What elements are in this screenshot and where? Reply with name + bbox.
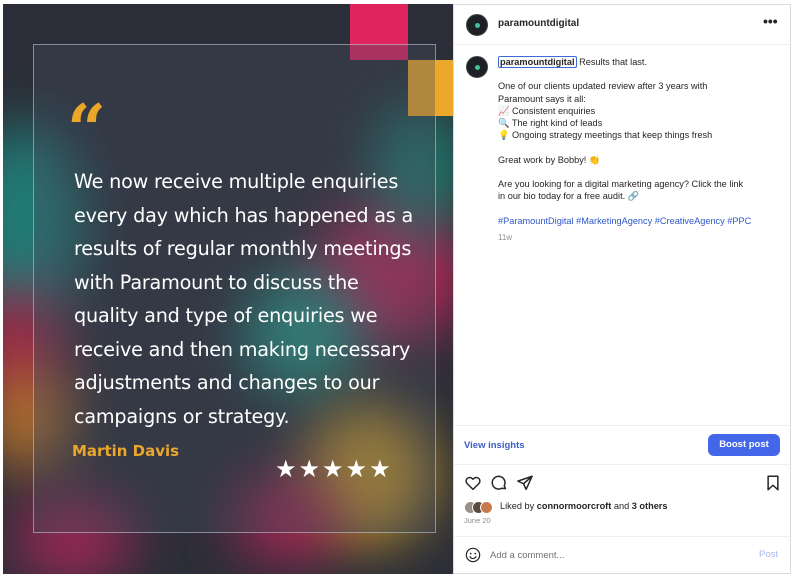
post-details-panel: paramountdigital ••• paramountdigital Re…: [453, 4, 791, 574]
testimonial-author: Martin Davis: [72, 442, 180, 460]
caption-line: Paramount says it all:: [498, 93, 586, 104]
post-actions: [454, 470, 790, 496]
more-options-icon[interactable]: •••: [763, 13, 778, 29]
post-caption: paramountdigital Results that last. One …: [498, 56, 782, 227]
caption-hashtags[interactable]: #ParamountDigital #MarketingAgency #Crea…: [498, 215, 782, 227]
liked-by-text: Liked by connormoorcroft and 3 others: [500, 501, 668, 511]
others-link[interactable]: 3 others: [632, 501, 668, 511]
comment-bar: Post: [454, 536, 790, 573]
heart-icon[interactable]: [464, 474, 482, 492]
emoji-icon[interactable]: [465, 547, 481, 563]
caption-bullet: 💡 Ongoing strategy meetings that keep th…: [498, 130, 713, 141]
post-author-username[interactable]: paramountdigital: [498, 18, 579, 29]
caption-username[interactable]: paramountdigital: [498, 56, 577, 68]
insights-bar: View insights Boost post: [454, 425, 790, 465]
post-image[interactable]: “ We now receive multiple enquiries ever…: [3, 4, 453, 574]
instagram-post-window: “ We now receive multiple enquiries ever…: [0, 0, 795, 578]
post-header: paramountdigital •••: [454, 5, 790, 45]
liker-username[interactable]: connormoorcroft: [537, 501, 612, 511]
avatar[interactable]: [466, 14, 488, 36]
caption-bullet: 📈 Consistent enquiries: [498, 105, 596, 116]
liked-by-and: and: [611, 501, 632, 511]
caption-cta: Are you looking for a digital marketing …: [498, 178, 744, 189]
caption-thanks: Great work by Bobby! 👏: [498, 154, 601, 165]
bookmark-icon[interactable]: [764, 474, 782, 492]
comment-icon[interactable]: [490, 474, 508, 492]
comment-input[interactable]: [490, 547, 740, 563]
caption-timestamp[interactable]: 11w: [498, 233, 512, 242]
caption-headline: Results that last.: [579, 57, 648, 67]
caption-first-line: paramountdigital Results that last.: [498, 56, 782, 68]
quote-mark-icon: “: [67, 90, 107, 170]
liker-avatar[interactable]: [480, 501, 493, 514]
caption-bullet: 🔍 The right kind of leads: [498, 118, 603, 128]
share-icon[interactable]: [516, 474, 534, 492]
post-comment-button[interactable]: Post: [759, 549, 778, 560]
star-rating: ★★★★★: [275, 455, 393, 483]
post-date[interactable]: June 20: [464, 516, 491, 525]
boost-post-button[interactable]: Boost post: [708, 434, 780, 456]
liked-by-prefix: Liked by: [500, 501, 537, 511]
caption-line: One of our clients updated review after …: [498, 81, 708, 92]
testimonial-text: We now receive multiple enquiries every …: [74, 170, 414, 428]
caption-avatar[interactable]: [466, 56, 488, 78]
caption-cta: in our bio today for a free audit. 🔗: [498, 191, 640, 202]
view-insights-link[interactable]: View insights: [464, 440, 525, 451]
